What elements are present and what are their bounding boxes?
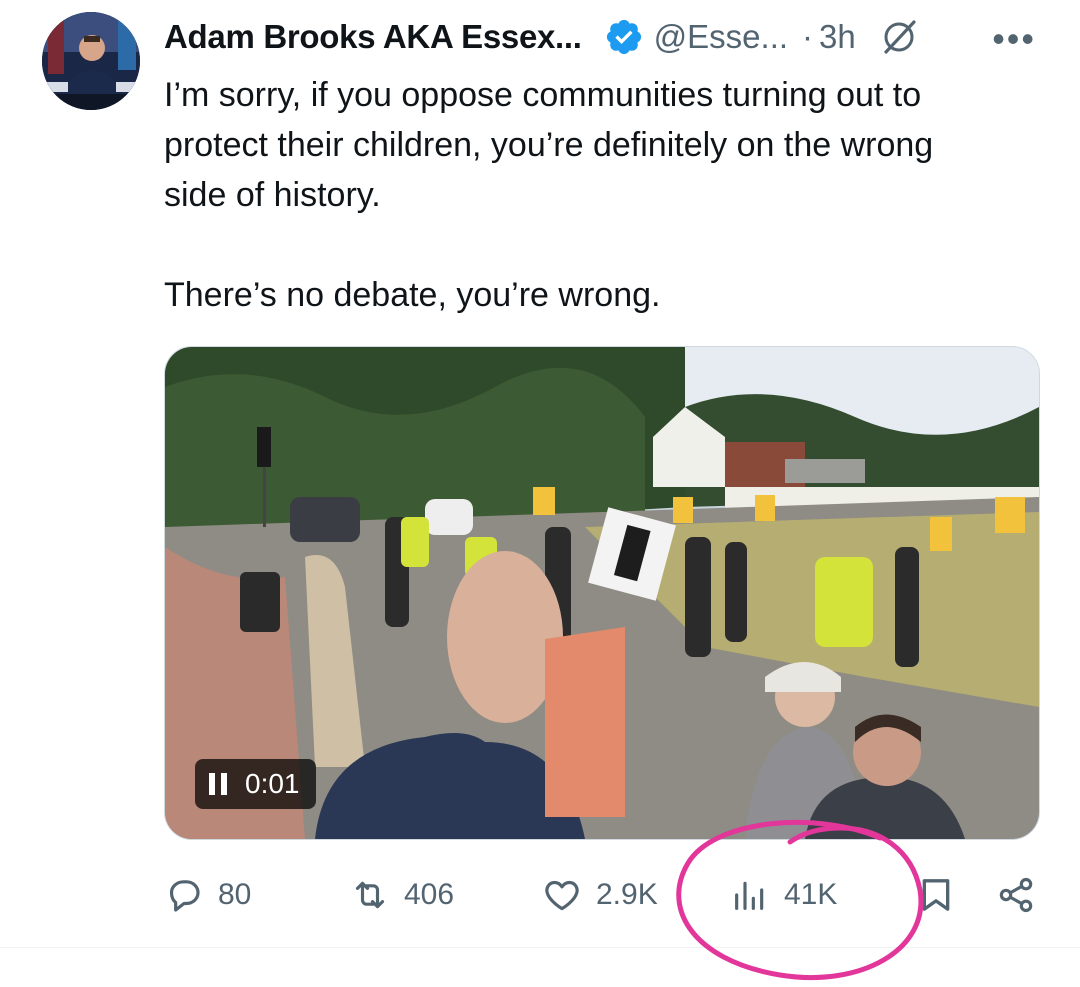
bookmark-button[interactable] [916, 866, 970, 924]
reply-count: 80 [218, 878, 252, 911]
timestamp[interactable]: 3h [819, 18, 856, 56]
views-button[interactable]: 41K [730, 866, 837, 924]
author-name[interactable]: Adam Brooks AKA Essex... [164, 18, 582, 56]
views-icon [735, 881, 764, 910]
tweet-text: I’m sorry, if you oppose communities tur… [164, 70, 1044, 320]
repost-icon [355, 881, 385, 909]
bookmark-icon [922, 879, 950, 911]
tweet-text-line: There’s no debate, you’re wrong. [164, 276, 661, 314]
heart-icon [545, 880, 579, 911]
verified-badge-icon [604, 17, 644, 57]
pause-icon[interactable] [209, 773, 227, 795]
views-count: 41K [784, 878, 838, 911]
repost-count: 406 [404, 878, 455, 911]
reply-icon [169, 880, 200, 912]
tweet-header: Adam Brooks AKA Essex... @Esse... · 3h •… [164, 14, 1044, 60]
repost-button[interactable]: 406 [350, 866, 454, 924]
avatar[interactable] [42, 12, 140, 110]
separator-dot: · [802, 18, 814, 55]
video-player[interactable]: 0:01 [164, 346, 1040, 840]
video-playback-control[interactable]: 0:01 [195, 759, 316, 809]
video-timestamp: 0:01 [245, 768, 300, 799]
share-button[interactable] [996, 866, 1050, 924]
divider [0, 947, 1080, 948]
tweet-text-line: side of history. [164, 176, 381, 214]
like-count: 2.9K [596, 878, 658, 911]
tweet-text-line: I’m sorry, if you oppose communities tur… [164, 76, 922, 114]
tweet-text-line: protect their children, you’re definitel… [164, 126, 934, 164]
share-icon [999, 877, 1033, 913]
author-handle[interactable]: @Esse... [654, 18, 788, 56]
grok-icon[interactable] [878, 16, 920, 58]
reply-button[interactable]: 80 [164, 866, 251, 924]
tweet-actions: 80 406 2.9K 41K [164, 866, 1044, 924]
more-icon[interactable]: ••• [992, 18, 1036, 60]
like-button[interactable]: 2.9K [542, 866, 658, 924]
